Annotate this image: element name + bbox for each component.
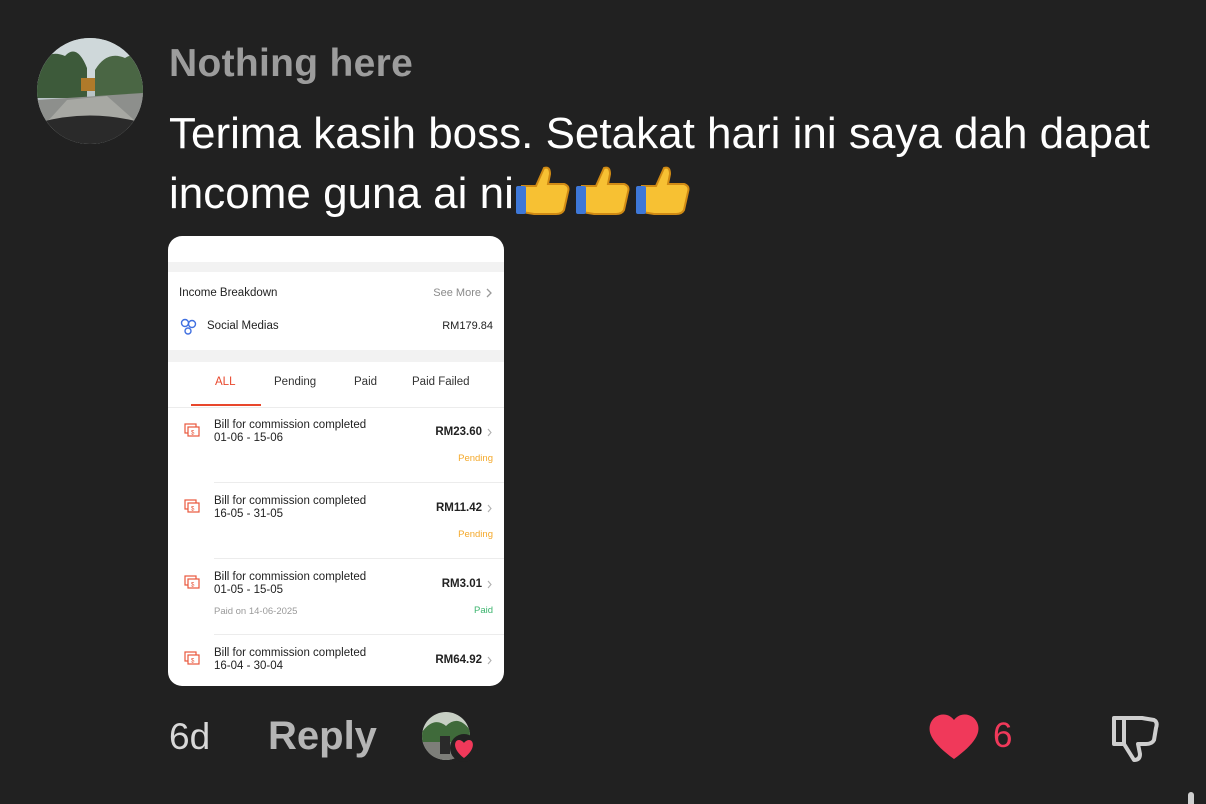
chevron-right-icon [487, 504, 492, 512]
section-divider [168, 262, 504, 272]
heart-badge-icon [448, 734, 480, 767]
scroll-indicator [1188, 792, 1194, 804]
commenter-avatar[interactable] [37, 38, 143, 144]
item-amount-value: RM11.42 [435, 502, 482, 514]
chevron-right-icon [487, 428, 492, 436]
comment-image-attachment[interactable]: Income Breakdown See More Social Medias … [168, 236, 504, 686]
item-date: 16-05 - 31-05 [214, 508, 284, 520]
chevron-right-icon [487, 656, 492, 664]
comment-age: 6d [169, 716, 211, 757]
item-paid-on: Paid on 14-06-2025 [214, 606, 298, 617]
item-amount: RM3.01 [442, 578, 492, 590]
thumbs-up-icon [634, 164, 692, 232]
see-more-label: See More [433, 287, 481, 299]
income-source-amount: RM179.84 [442, 320, 493, 332]
chevron-right-icon [486, 288, 492, 298]
see-more-link[interactable]: See More [433, 287, 492, 299]
item-amount-value: RM64.92 [435, 654, 482, 666]
item-title: Bill for commission completed [214, 571, 367, 583]
income-source-label: Social Medias [207, 320, 279, 332]
thumbs-up-icon [514, 164, 572, 232]
tab-paid[interactable]: Paid [354, 376, 377, 388]
item-status: Pending [458, 453, 493, 464]
item-status: Pending [458, 529, 493, 540]
item-date: 01-06 - 15-06 [214, 432, 284, 444]
bill-icon: $ [184, 575, 200, 594]
income-source-row: Social Medias RM179.84 [180, 317, 493, 335]
tab-pending[interactable]: Pending [274, 376, 316, 388]
comment-text: Terima kasih boss. Setakat hari ini saya… [169, 104, 1169, 232]
item-amount-value: RM3.01 [441, 578, 482, 590]
commission-list-item[interactable]: $ Bill for commission completed 16-05 - … [168, 483, 504, 559]
social-media-icon [180, 318, 197, 335]
like-heart-icon[interactable] [928, 713, 980, 766]
item-title: Bill for commission completed [214, 495, 367, 507]
commission-list-item[interactable]: $ Bill for commission completed 01-06 - … [168, 407, 504, 483]
item-title: Bill for commission completed [214, 419, 367, 431]
status-tabs: ALL Pending Paid Paid Failed [168, 369, 504, 408]
item-amount-value: RM23.60 [435, 426, 482, 438]
comment-username[interactable]: Nothing here [169, 42, 413, 86]
item-amount: RM11.42 [436, 502, 492, 514]
item-title: Bill for commission completed [214, 647, 367, 659]
item-date: 16-04 - 30-04 [214, 660, 284, 672]
item-amount: RM23.60 [435, 426, 492, 438]
avatar-photo [37, 38, 143, 144]
tab-all[interactable]: ALL [215, 376, 235, 388]
commission-list-item[interactable]: $ Bill for commission completed 01-05 - … [168, 559, 504, 635]
income-breakdown-title: Income Breakdown [179, 287, 278, 299]
tab-paid-failed[interactable]: Paid Failed [412, 376, 470, 388]
section-divider [168, 350, 504, 362]
bill-icon: $ [184, 499, 200, 518]
reply-button[interactable]: Reply [268, 714, 377, 759]
item-date: 01-05 - 15-05 [214, 584, 284, 596]
thumbs-up-icon [574, 164, 632, 232]
thumbs-down-icon[interactable] [1108, 712, 1160, 769]
item-amount: RM64.92 [435, 654, 492, 666]
creator-liked-badge[interactable] [422, 712, 482, 764]
thumbs-up-emoji-group [514, 166, 692, 218]
active-tab-indicator [191, 404, 261, 406]
like-count: 6 [993, 716, 1013, 755]
item-status: Paid [473, 605, 493, 616]
bill-icon: $ [184, 651, 200, 670]
chevron-right-icon [487, 580, 492, 588]
commission-list-item[interactable]: $ Bill for commission completed 16-04 - … [168, 635, 504, 686]
bill-icon: $ [184, 423, 200, 442]
